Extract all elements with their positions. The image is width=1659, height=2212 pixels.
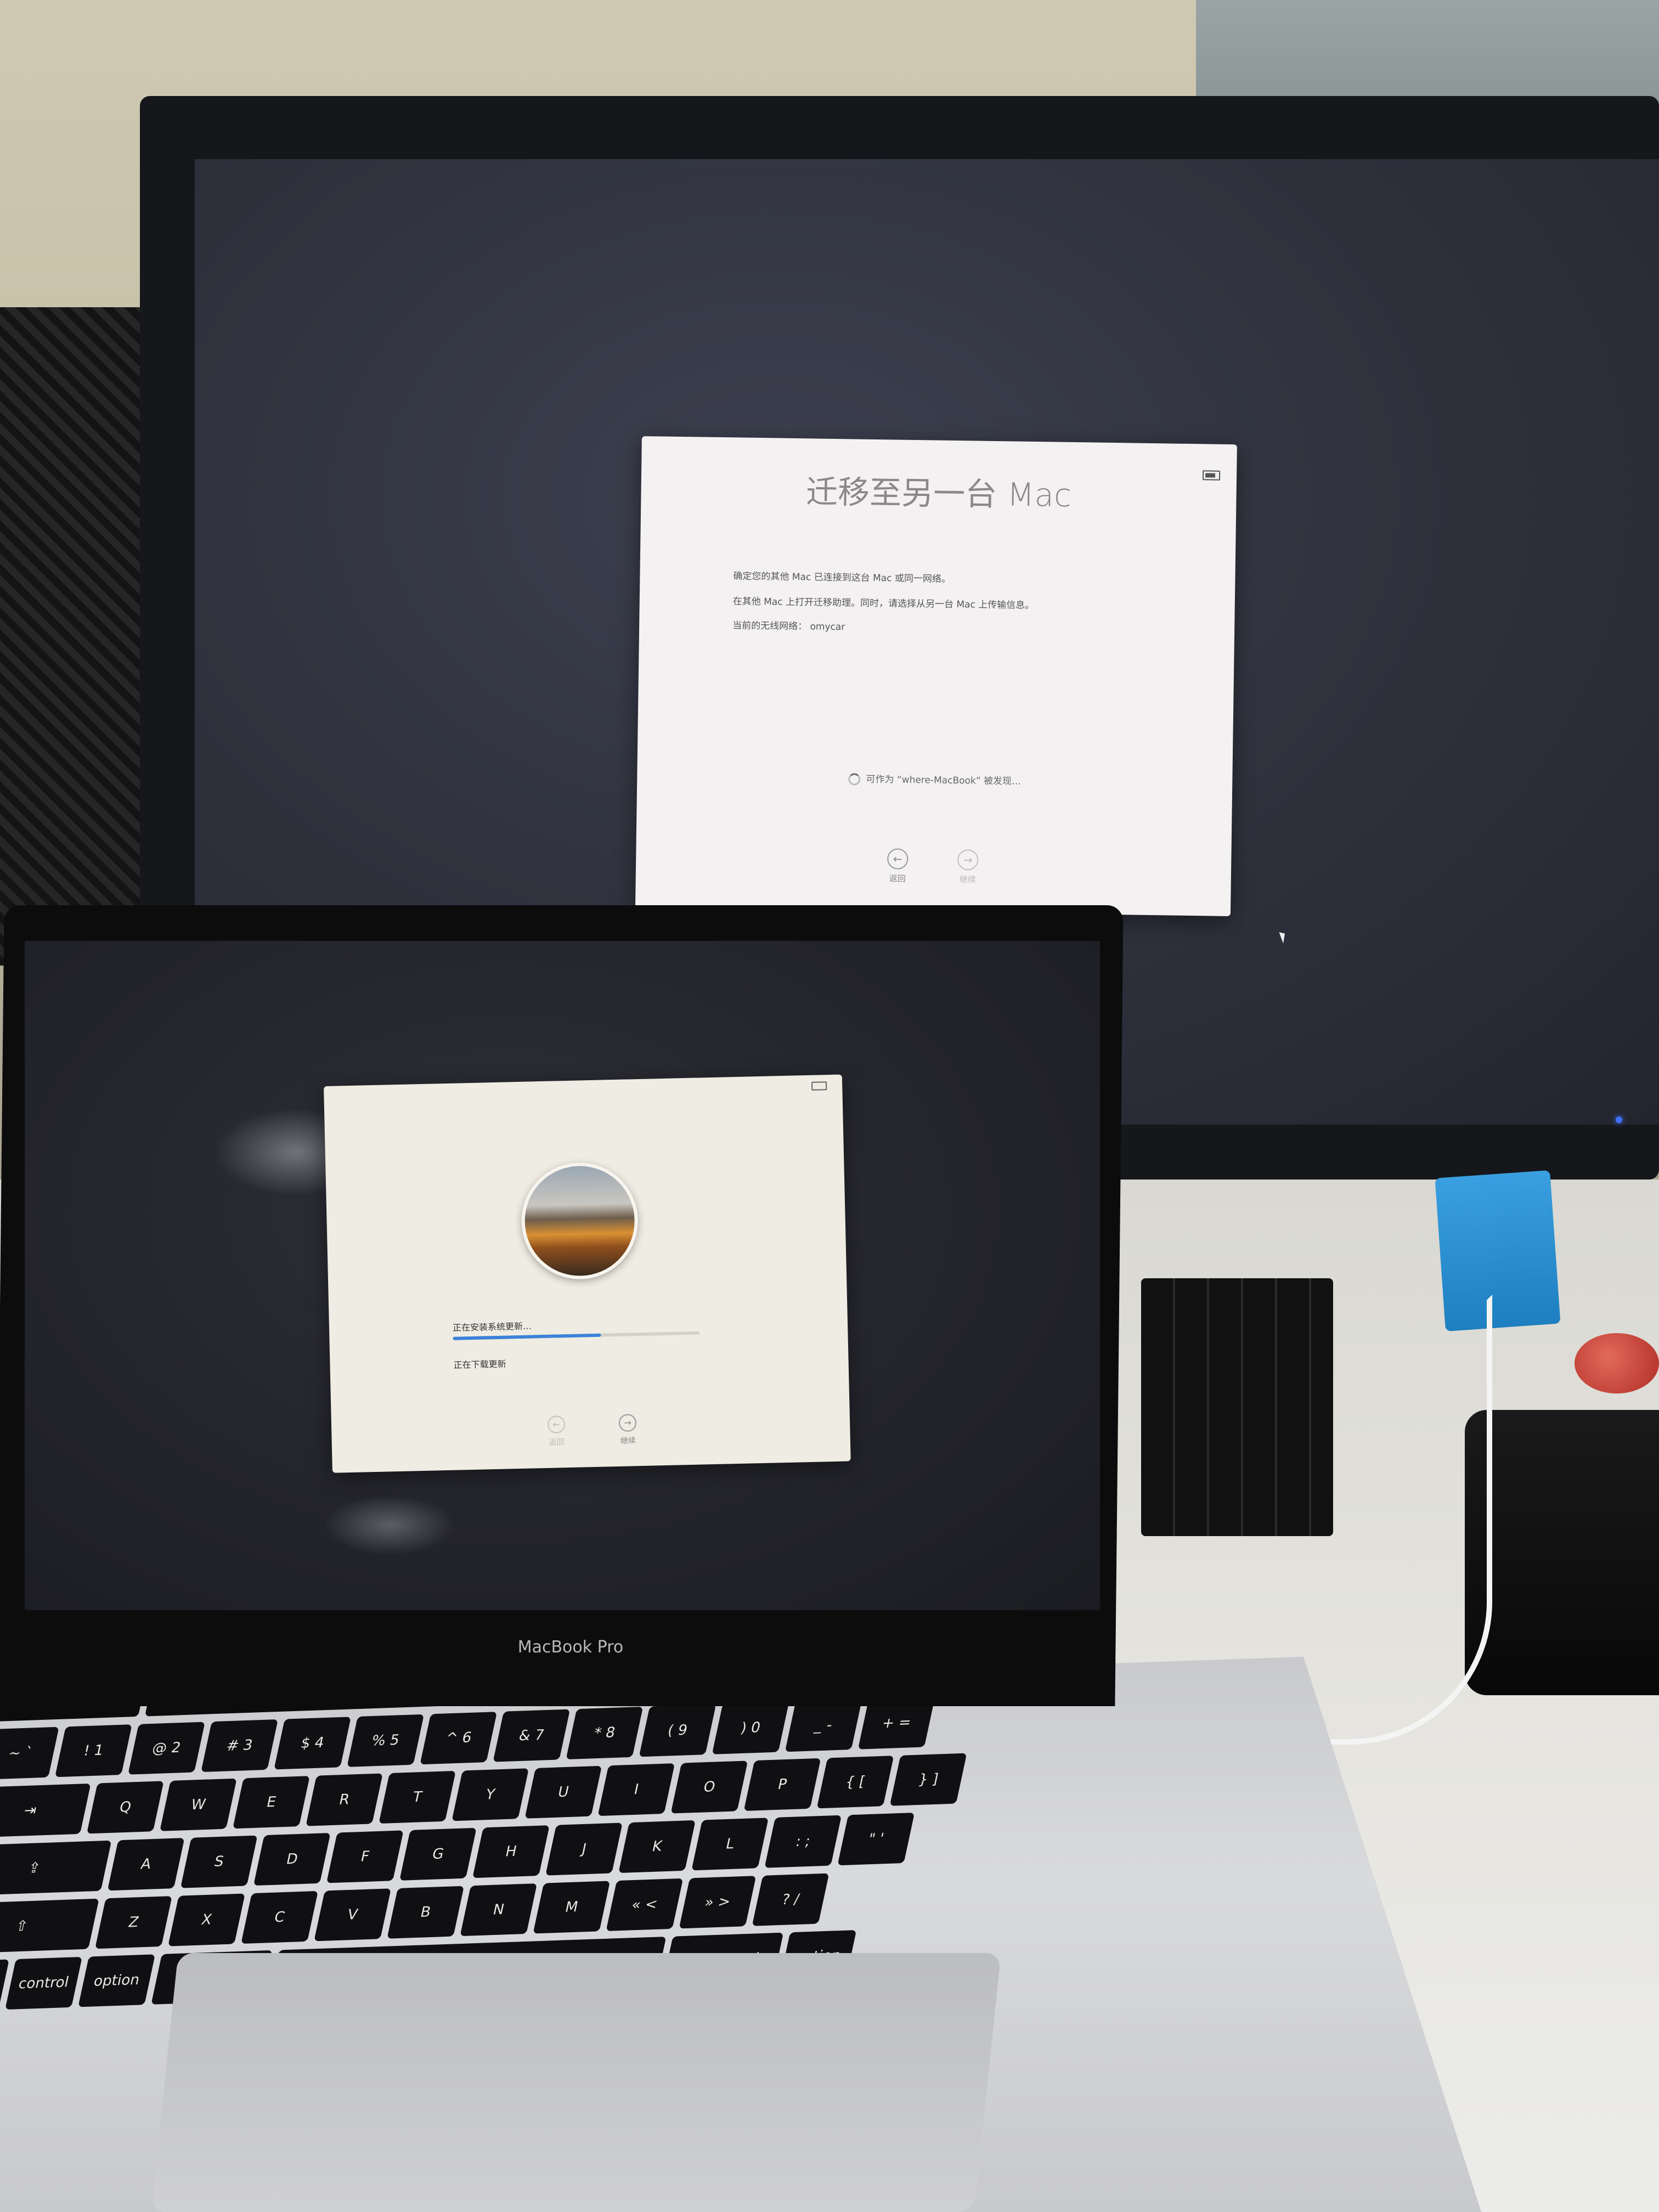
keyboard-key[interactable]: E <box>233 1776 310 1829</box>
laptop-keyboard: ~ `! 1 @ 2 # 3 $ 4% 5 ^ 6 & 7 * 8( 9) 0 _ - + = … <box>0 1654 1183 2012</box>
keyboard-key[interactable]: B <box>387 1886 465 1939</box>
keyboard-key[interactable]: $ 4 <box>274 1717 351 1770</box>
arrow-left-icon: ← <box>547 1415 566 1434</box>
trackpad[interactable] <box>151 1953 1001 2212</box>
keyboard-key[interactable]: ? / <box>752 1873 830 1926</box>
black-case <box>1465 1410 1659 1695</box>
keyboard-key[interactable]: N <box>460 1883 538 1937</box>
keyboard-key[interactable]: L <box>691 1818 769 1871</box>
keyboard-key[interactable]: " ' <box>837 1813 915 1866</box>
keyboard-key[interactable]: : ; <box>764 1815 842 1868</box>
keyboard-key[interactable]: W <box>160 1778 237 1831</box>
screen-glare <box>324 1495 455 1555</box>
continue-button[interactable]: → 继续 <box>943 849 993 885</box>
keyboard-key[interactable]: « < <box>606 1878 684 1931</box>
model-label: MacBook Pro <box>517 1638 624 1657</box>
keyboard-key[interactable]: ! 1 <box>55 1724 132 1778</box>
keyboard-key[interactable]: A <box>107 1838 185 1891</box>
keyboard-key[interactable]: ) 0 <box>712 1701 789 1754</box>
progress-bar-fill <box>453 1333 601 1340</box>
keyboard-key[interactable]: & 7 <box>493 1709 571 1762</box>
keyboard-key[interactable]: O <box>670 1760 748 1814</box>
keyboard-key[interactable]: U <box>524 1765 602 1819</box>
keyboard-key[interactable]: V <box>314 1888 391 1942</box>
keyboard-key[interactable]: option <box>78 1954 155 2007</box>
dialog-title: 迁移至另一台 Mac <box>805 473 1072 514</box>
key-tab[interactable]: ⇥ <box>0 1783 91 1838</box>
migration-assistant-dialog: 迁移至另一台 Mac 确定您的其他 Mac 已连接到这台 Mac 或同一网络。 … <box>635 436 1237 917</box>
keyboard-key[interactable]: ( 9 <box>639 1704 716 1757</box>
keyboard-key[interactable]: R <box>306 1773 383 1826</box>
arrow-left-icon: ← <box>887 848 909 870</box>
discovery-status: 可作为 “where-MacBook” 被发现… <box>637 768 1232 791</box>
keyboard-key[interactable]: S <box>180 1835 258 1888</box>
back-button[interactable]: ← 返回 <box>537 1415 576 1448</box>
keyboard-key[interactable]: Q <box>87 1781 164 1834</box>
key-caps-lock[interactable]: ⇪ <box>0 1840 112 1896</box>
keyboard-key[interactable]: X <box>168 1893 245 1946</box>
keyboard-key[interactable]: D <box>253 1832 331 1886</box>
arrow-right-icon: → <box>957 849 979 871</box>
keyboard-key[interactable]: C <box>241 1891 318 1944</box>
keyboard-key[interactable]: # 3 <box>201 1719 278 1773</box>
instruction-line-2: 在其他 Mac 上打开迁移助理。同时，请选择从另一台 Mac 上传输信息。 <box>732 596 1035 612</box>
keyboard-key[interactable]: Z <box>95 1896 172 1949</box>
keyboard-key[interactable]: } ] <box>889 1753 967 1806</box>
keyboard-key[interactable]: T <box>379 1770 456 1824</box>
install-status: 正在安装系统更新… <box>452 1321 532 1333</box>
back-button-label: 返回 <box>549 1438 565 1447</box>
red-tin <box>1575 1333 1659 1393</box>
keyboard-key[interactable]: » > <box>679 1876 757 1929</box>
arrow-right-icon: → <box>618 1414 637 1432</box>
keyboard-key[interactable]: H <box>472 1825 550 1878</box>
continue-button-label: 继续 <box>959 874 976 885</box>
key-shift-left[interactable]: ⇧ <box>0 1898 99 1954</box>
back-button[interactable]: ← 返回 <box>873 848 923 884</box>
keyboard-key[interactable]: _ - <box>785 1699 862 1752</box>
back-button-label: 返回 <box>889 873 906 884</box>
keyboard-key[interactable]: G <box>399 1827 477 1881</box>
keyboard-key[interactable]: { [ <box>816 1756 894 1809</box>
spinner-icon <box>848 773 861 786</box>
keyboard-key[interactable]: * 8 <box>566 1706 644 1760</box>
keyboard-key[interactable]: control <box>5 1956 82 2010</box>
continue-button[interactable]: → 继续 <box>608 1414 647 1447</box>
keyboard-key[interactable]: I <box>597 1763 675 1816</box>
keyboard-key[interactable]: % 5 <box>347 1714 425 1767</box>
keyboard-key[interactable]: P <box>743 1758 821 1811</box>
instruction-line-1: 确定您的其他 Mac 已连接到这台 Mac 或同一网络。 <box>733 571 951 585</box>
keyboard-key[interactable]: Y <box>452 1768 529 1821</box>
battery-icon <box>811 1081 827 1091</box>
keyboard-key[interactable]: ~ ` <box>0 1726 59 1780</box>
discovery-status-text: 可作为 “where-MacBook” 被发现… <box>866 774 1022 787</box>
installer-dialog: 正在安装系统更新… 正在下载更新 ← 返回 → 继续 <box>324 1074 851 1473</box>
pc-tower <box>0 307 159 966</box>
continue-button-label: 继续 <box>620 1436 636 1446</box>
high-sierra-icon <box>520 1161 640 1280</box>
keyboard-key[interactable]: F <box>326 1830 404 1883</box>
download-status: 正在下载更新 <box>453 1358 506 1370</box>
keyboard-key[interactable]: @ 2 <box>128 1722 205 1775</box>
network-line: 当前的无线网络： omycar <box>732 620 845 633</box>
keyboard-key[interactable]: J <box>545 1822 623 1876</box>
keyboard-key[interactable]: K <box>618 1820 696 1874</box>
monitor-power-led <box>1616 1116 1622 1123</box>
keyboard-key[interactable]: M <box>533 1881 611 1934</box>
keyboard-key[interactable]: ^ 6 <box>420 1712 498 1765</box>
